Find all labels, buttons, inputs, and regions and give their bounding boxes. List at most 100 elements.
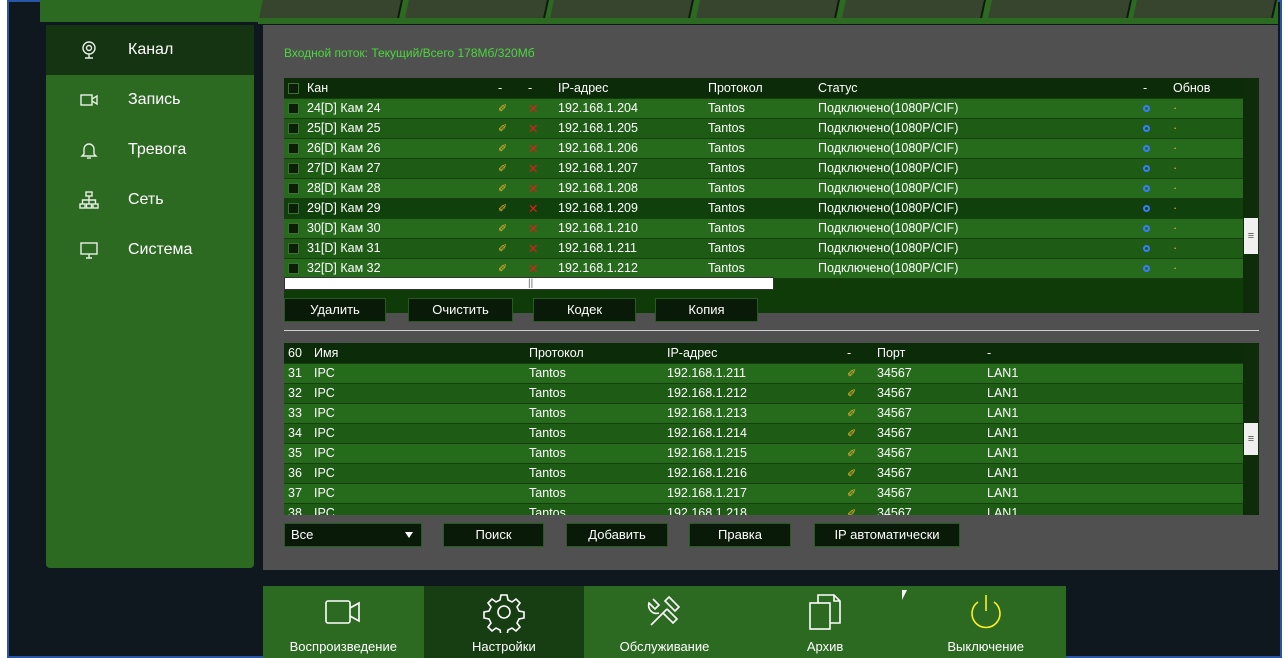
documents-icon bbox=[809, 594, 841, 630]
status-dot-icon[interactable] bbox=[1143, 125, 1150, 132]
edit-icon[interactable]: ✐ bbox=[498, 143, 507, 155]
table-row[interactable]: 31[D] Кам 31 ✐ ✕ 192.168.1.211 Tantos Подключ… bbox=[284, 238, 1259, 259]
edit-icon[interactable]: ✐ bbox=[847, 508, 856, 515]
channels-hscroll[interactable]: || bbox=[284, 277, 774, 290]
edit-icon[interactable]: ✐ bbox=[498, 103, 507, 115]
codec-button[interactable]: Кодек bbox=[533, 298, 636, 322]
table-row[interactable]: 34 IPC Tantos 192.168.1.214 ✐ 34567 LAN1 bbox=[284, 423, 1259, 444]
sidebar-item-label: Запись bbox=[128, 91, 181, 108]
table-row[interactable]: 24[D] Кам 24 ✐ ✕ 192.168.1.204 Tantos Подключ… bbox=[284, 98, 1259, 119]
status-dot-icon[interactable] bbox=[1143, 205, 1150, 212]
sidebar-item-channel[interactable]: Канал bbox=[46, 25, 254, 75]
row-checkbox[interactable] bbox=[288, 143, 299, 155]
status-dot-icon[interactable] bbox=[1143, 185, 1150, 192]
table-row[interactable]: 33 IPC Tantos 192.168.1.213 ✐ 34567 LAN1 bbox=[284, 403, 1259, 424]
edit-icon[interactable]: ✐ bbox=[847, 408, 856, 420]
edit-icon[interactable]: ✐ bbox=[498, 223, 507, 235]
shutdown-button[interactable]: Выключение bbox=[905, 586, 1066, 658]
delete-icon[interactable]: ✕ bbox=[528, 142, 538, 156]
row-checkbox[interactable] bbox=[288, 103, 299, 115]
playback-button[interactable]: Воспроизведение bbox=[263, 586, 424, 658]
devices-vscroll[interactable]: ≡ bbox=[1243, 343, 1259, 515]
sidebar-item-system[interactable]: Система bbox=[46, 225, 254, 275]
table-row[interactable]: 29[D] Кам 29 ✐ ✕ 192.168.1.209 Tantos Подключ… bbox=[284, 198, 1259, 219]
update-icon[interactable]: · bbox=[1173, 241, 1177, 255]
delete-icon[interactable]: ✕ bbox=[528, 242, 538, 256]
update-icon[interactable]: · bbox=[1173, 141, 1177, 155]
update-icon[interactable]: · bbox=[1173, 121, 1177, 135]
maintenance-button[interactable]: Обслуживание bbox=[584, 586, 745, 658]
edit-icon[interactable]: ✐ bbox=[847, 488, 856, 500]
edit-icon[interactable]: ✐ bbox=[498, 243, 507, 255]
table-row[interactable]: 32 IPC Tantos 192.168.1.212 ✐ 34567 LAN1 bbox=[284, 383, 1259, 404]
copy-button[interactable]: Копия bbox=[655, 298, 758, 322]
row-checkbox[interactable] bbox=[288, 163, 299, 175]
update-icon[interactable]: · bbox=[1173, 161, 1177, 175]
update-icon[interactable]: · bbox=[1173, 181, 1177, 195]
table-row[interactable]: 27[D] Кам 27 ✐ ✕ 192.168.1.207 Tantos Подключ… bbox=[284, 158, 1259, 179]
edit-icon[interactable]: ✐ bbox=[847, 368, 856, 380]
filter-select[interactable]: Все bbox=[284, 523, 422, 547]
status-dot-icon[interactable] bbox=[1143, 225, 1150, 232]
edit-icon[interactable]: ✐ bbox=[498, 183, 507, 195]
delete-button[interactable]: Удалить bbox=[284, 298, 386, 322]
video-camera-icon bbox=[325, 600, 361, 624]
update-icon[interactable]: · bbox=[1173, 261, 1177, 275]
status-dot-icon[interactable] bbox=[1143, 245, 1150, 252]
table-row[interactable]: 32[D] Кам 32 ✐ ✕ 192.168.1.212 Tantos Подключ… bbox=[284, 258, 1259, 279]
table-row[interactable]: 26[D] Кам 26 ✐ ✕ 192.168.1.206 Tantos Подключ… bbox=[284, 138, 1259, 159]
row-checkbox[interactable] bbox=[288, 123, 299, 135]
row-checkbox[interactable] bbox=[288, 183, 299, 195]
archive-button[interactable]: Архив bbox=[745, 586, 906, 658]
status-dot-icon[interactable] bbox=[1143, 265, 1150, 272]
row-checkbox[interactable] bbox=[288, 243, 299, 255]
delete-icon[interactable]: ✕ bbox=[528, 262, 538, 276]
table-row[interactable]: 38 IPC Tantos 192.168.1.218 ✐ 34567 LAN1 bbox=[284, 503, 1259, 515]
update-icon[interactable]: · bbox=[1173, 221, 1177, 235]
gear-icon bbox=[483, 594, 525, 633]
delete-icon[interactable]: ✕ bbox=[528, 122, 538, 136]
delete-icon[interactable]: ✕ bbox=[528, 202, 538, 216]
delete-icon[interactable]: ✕ bbox=[528, 182, 538, 196]
edit-icon[interactable]: ✐ bbox=[498, 163, 507, 175]
status-dot-icon[interactable] bbox=[1143, 145, 1150, 152]
add-button[interactable]: Добавить bbox=[566, 523, 668, 547]
table-row[interactable]: 37 IPC Tantos 192.168.1.217 ✐ 34567 LAN1 bbox=[284, 483, 1259, 504]
scroll-thumb[interactable]: ≡ bbox=[1244, 218, 1258, 254]
edit-button[interactable]: Правка bbox=[689, 523, 791, 547]
row-checkbox[interactable] bbox=[288, 263, 299, 275]
edit-icon[interactable]: ✐ bbox=[498, 203, 507, 215]
delete-icon[interactable]: ✕ bbox=[528, 222, 538, 236]
row-checkbox[interactable] bbox=[288, 203, 299, 215]
table-row[interactable]: 31 IPC Tantos 192.168.1.211 ✐ 34567 LAN1 bbox=[284, 363, 1259, 384]
search-button[interactable]: Поиск bbox=[443, 523, 544, 547]
select-all-checkbox[interactable] bbox=[288, 82, 299, 94]
chevron-down-icon bbox=[405, 532, 413, 538]
edit-icon[interactable]: ✐ bbox=[847, 468, 856, 480]
auto-ip-button[interactable]: IP автоматически bbox=[814, 523, 960, 547]
update-icon[interactable]: · bbox=[1173, 101, 1177, 115]
status-dot-icon[interactable] bbox=[1143, 105, 1150, 112]
edit-icon[interactable]: ✐ bbox=[498, 123, 507, 135]
table-row[interactable]: 36 IPC Tantos 192.168.1.216 ✐ 34567 LAN1 bbox=[284, 463, 1259, 484]
sidebar-item-record[interactable]: Запись bbox=[46, 75, 254, 125]
table-row[interactable]: 30[D] Кам 30 ✐ ✕ 192.168.1.210 Tantos Подключ… bbox=[284, 218, 1259, 239]
update-icon[interactable]: · bbox=[1173, 201, 1177, 215]
channels-vscroll[interactable]: ≡ bbox=[1243, 78, 1259, 313]
table-row[interactable]: 35 IPC Tantos 192.168.1.215 ✐ 34567 LAN1 bbox=[284, 443, 1259, 464]
row-checkbox[interactable] bbox=[288, 223, 299, 235]
settings-button[interactable]: Настройки bbox=[423, 586, 585, 658]
table-row[interactable]: 28[D] Кам 28 ✐ ✕ 192.168.1.208 Tantos Подключ… bbox=[284, 178, 1259, 199]
clear-button[interactable]: Очистить bbox=[408, 298, 513, 322]
sidebar-item-alarm[interactable]: Тревога bbox=[46, 125, 254, 175]
edit-icon[interactable]: ✐ bbox=[847, 388, 856, 400]
delete-icon[interactable]: ✕ bbox=[528, 102, 538, 116]
edit-icon[interactable]: ✐ bbox=[847, 448, 856, 460]
scroll-thumb[interactable]: ≡ bbox=[1244, 423, 1258, 455]
edit-icon[interactable]: ✐ bbox=[498, 263, 507, 275]
status-dot-icon[interactable] bbox=[1143, 165, 1150, 172]
sidebar-item-network[interactable]: Сеть bbox=[46, 175, 254, 225]
edit-icon[interactable]: ✐ bbox=[847, 428, 856, 440]
table-row[interactable]: 25[D] Кам 25 ✐ ✕ 192.168.1.205 Tantos Подключ… bbox=[284, 118, 1259, 139]
delete-icon[interactable]: ✕ bbox=[528, 162, 538, 176]
